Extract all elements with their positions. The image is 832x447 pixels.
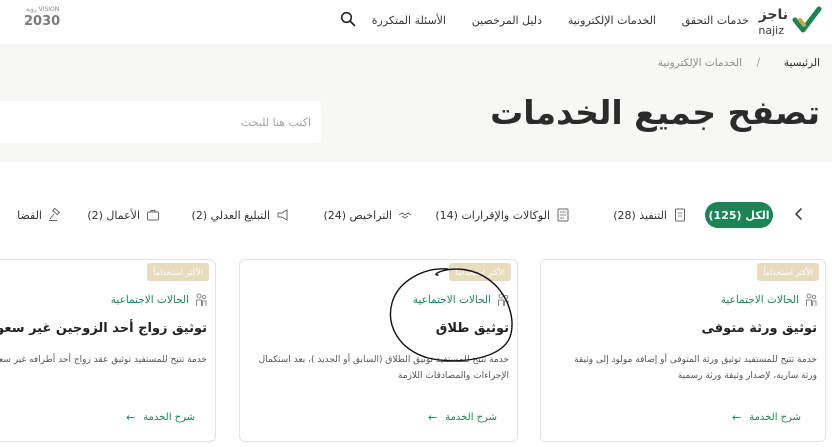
- service-description: خدمة تتيح للمستفيد توثيق عقد زواج أحد أط…: [0, 352, 207, 368]
- top-header: ناجز najiz خدمات التحقق الخدمات الإلكترو…: [0, 0, 832, 44]
- service-description: خدمة تتيح للمستفيد توثيق الطلاق (السابق …: [244, 352, 509, 384]
- megaphone-icon: [277, 209, 288, 221]
- service-category-label: الحالات الاجتماعية: [412, 294, 491, 306]
- tab-execution[interactable]: التنفيذ (28): [613, 203, 687, 227]
- service-category-label: الحالات الاجتماعية: [720, 294, 799, 306]
- nav-verification-services[interactable]: خدمات التحقق: [682, 14, 749, 27]
- tab-licenses[interactable]: التراخيص (24): [323, 203, 412, 227]
- family-icon: [196, 293, 207, 306]
- service-category: الحالات الاجتماعية: [413, 293, 509, 307]
- vision-2030-logo: رؤية VISION 2030: [20, 6, 60, 34]
- service-title: توثيق زواج أحد الزوجين غير سعودي: [0, 321, 207, 336]
- nav-faq[interactable]: الأسئلة المتكررة: [372, 14, 446, 27]
- family-icon: [498, 293, 509, 306]
- briefcase-icon: [147, 210, 159, 221]
- logo-arabic-text: ناجز: [758, 7, 788, 23]
- service-title: توثيق ورثة متوفى: [701, 321, 818, 336]
- najiz-logo[interactable]: ناجز najiz: [752, 2, 826, 40]
- service-card[interactable]: الأكثر استخداماً الحالات الاجتماعية توثي…: [0, 259, 216, 442]
- tab-judiciary[interactable]: القضا: [17, 203, 62, 227]
- tab-judicial-notification-label: التبليغ العدلي (2): [191, 208, 270, 222]
- search-input[interactable]: [21, 112, 311, 132]
- tab-judiciary-label: القضا: [17, 208, 42, 222]
- tab-all[interactable]: الكل (125): [705, 202, 773, 228]
- arrow-left-icon: ←: [428, 411, 438, 424]
- chevron-left-icon[interactable]: [793, 206, 805, 222]
- service-description: خدمة تتيح للمستفيد توثيق ورثة المتوفى أو…: [547, 352, 817, 384]
- file-list-icon: [557, 208, 569, 222]
- logo-latin-text: najiz: [758, 24, 784, 37]
- service-title: توثيق طلاق: [435, 321, 509, 336]
- tab-execution-label: التنفيذ (28): [613, 208, 667, 222]
- nav-electronic-services[interactable]: الخدمات الإلكترونية: [568, 14, 656, 27]
- service-explain-label: شرح الخدمة: [445, 412, 497, 423]
- search-box: [0, 101, 321, 143]
- tab-business-label: الأعمال (2): [87, 208, 140, 222]
- arrow-left-icon: ←: [732, 411, 742, 424]
- gavel-icon: [49, 208, 60, 221]
- service-category: الحالات الاجتماعية: [111, 293, 207, 307]
- service-description-line: ورثة سارية، لإصدار وثيقة ورثة رسمية: [677, 371, 817, 381]
- tab-licenses-label: التراخيص (24): [323, 208, 392, 222]
- tab-judicial-notification[interactable]: التبليغ العدلي (2): [192, 203, 290, 227]
- service-explain-label: شرح الخدمة: [749, 412, 801, 423]
- service-description-line: خدمة تتيح للمستفيد توثيق عقد زواج أحد أط…: [0, 355, 207, 365]
- service-category: الحالات الاجتماعية: [721, 293, 817, 307]
- service-description-line: الإجراءات والمصادقات اللازمة: [397, 371, 509, 381]
- service-card[interactable]: الأكثر استخداماً الحالات الاجتماعية توثي…: [239, 259, 518, 442]
- document-icon: [675, 208, 685, 222]
- tab-agencies[interactable]: الوكالات والإقرارات (14): [435, 203, 570, 227]
- most-used-badge: الأكثر استخداماً: [757, 263, 819, 281]
- vision-year: 2030: [24, 14, 61, 29]
- breadcrumb-separator: /: [756, 57, 760, 69]
- tab-all-label: الكل (125): [708, 208, 770, 222]
- search-icon[interactable]: [340, 11, 356, 27]
- service-description-line: خدمة تتيح للمستفيد توثيق الطلاق (السابق …: [258, 355, 509, 365]
- tab-business[interactable]: الأعمال (2): [87, 203, 160, 227]
- service-card[interactable]: الأكثر استخداماً الحالات الاجتماعية توثي…: [540, 259, 826, 442]
- breadcrumb-current: الخدمات الإلكترونية: [657, 57, 742, 69]
- service-explain-link[interactable]: شرح الخدمة ←: [732, 411, 801, 424]
- arrow-left-icon: ←: [126, 411, 136, 424]
- tab-agencies-label: الوكالات والإقرارات (14): [435, 208, 550, 222]
- service-explain-link[interactable]: شرح الخدمة ←: [428, 411, 497, 424]
- service-explain-label: شرح الخدمة: [143, 412, 195, 423]
- service-description-line: خدمة تتيح للمستفيد توثيق ورثة المتوفى أو…: [574, 355, 817, 365]
- most-used-badge: الأكثر استخداماً: [449, 263, 511, 281]
- nav-licensees-guide[interactable]: دليل المرخصين: [472, 14, 542, 27]
- vision-label: رؤية VISION: [26, 6, 60, 13]
- service-explain-link[interactable]: شرح الخدمة ←: [126, 411, 195, 424]
- najiz-checkmark-icon: [792, 6, 822, 33]
- handshake-icon: [398, 212, 412, 219]
- breadcrumb-home[interactable]: الرئيسية: [784, 57, 820, 69]
- page-title: تصفح جميع الخدمات: [490, 93, 820, 132]
- most-used-badge: الأكثر استخداماً: [147, 263, 209, 281]
- family-icon: [806, 293, 817, 306]
- service-category-label: الحالات الاجتماعية: [110, 294, 189, 306]
